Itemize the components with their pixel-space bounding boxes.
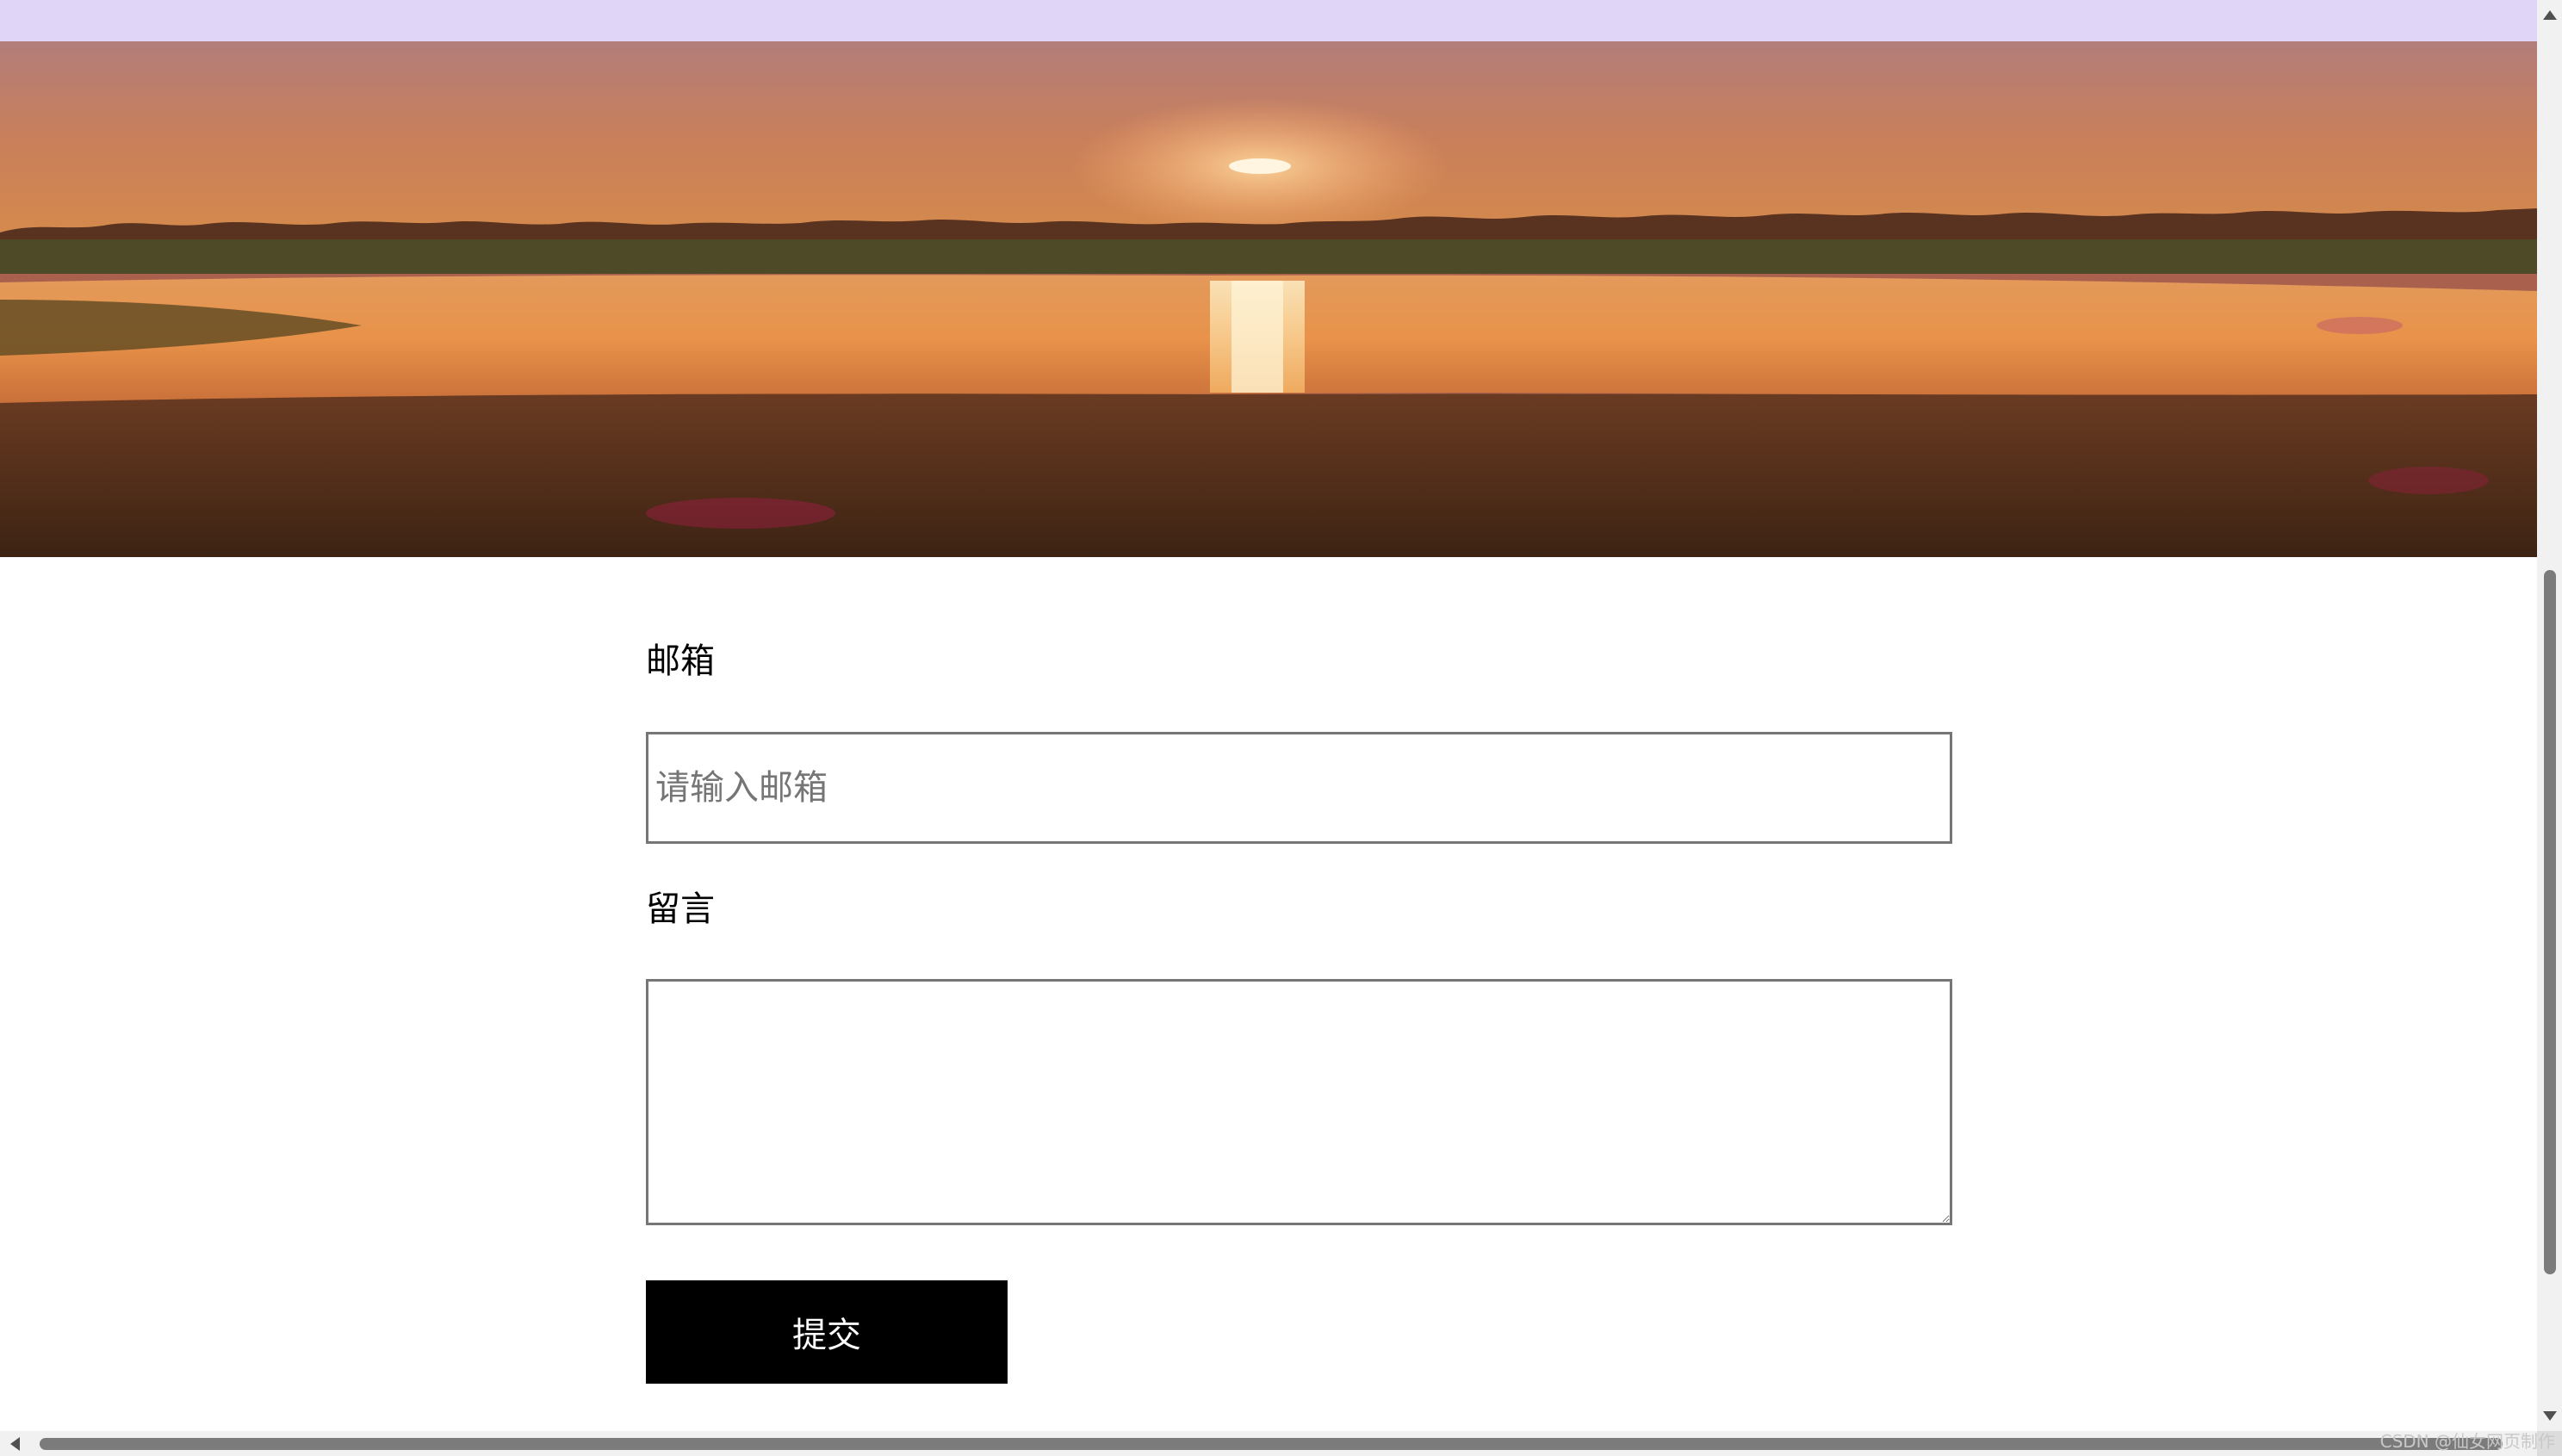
scroll-down-arrow-icon[interactable] xyxy=(2543,1411,2557,1421)
scroll-left-arrow-icon[interactable] xyxy=(10,1437,20,1451)
watermark: CSDN @仙女网页制作 xyxy=(2379,1431,2555,1452)
top-color-bar xyxy=(0,0,2537,41)
horizontal-scrollbar[interactable] xyxy=(0,1431,2537,1456)
vertical-scrollbar[interactable] xyxy=(2537,0,2562,1431)
page: 邮箱 留言 提交 CSDN @仙女网页制作 xyxy=(0,0,2562,1456)
hero-banner-image xyxy=(0,41,2537,557)
email-label: 邮箱 xyxy=(646,641,715,681)
horizontal-scrollbar-thumb[interactable] xyxy=(40,1438,2503,1450)
message-label: 留言 xyxy=(646,889,715,929)
email-input[interactable] xyxy=(646,732,1952,844)
scroll-up-arrow-icon[interactable] xyxy=(2543,10,2557,20)
message-textarea[interactable] xyxy=(646,979,1952,1225)
submit-button[interactable]: 提交 xyxy=(646,1280,1008,1384)
vertical-scrollbar-thumb[interactable] xyxy=(2544,570,2556,1274)
